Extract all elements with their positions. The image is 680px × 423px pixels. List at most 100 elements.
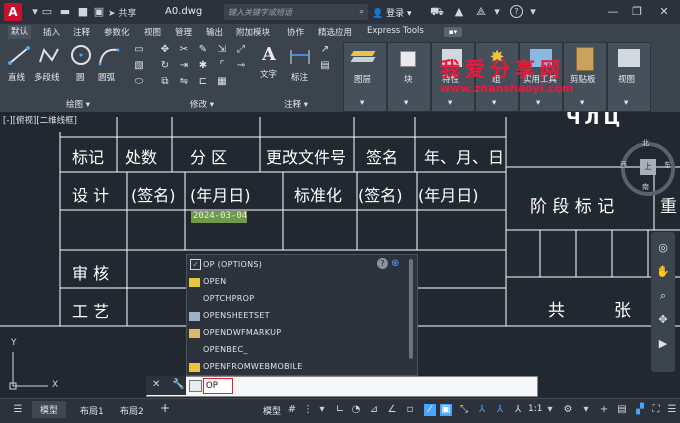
dropdown-icon[interactable]: ▾ xyxy=(526,5,540,19)
help-icon[interactable]: ? xyxy=(510,5,523,18)
menu-icon[interactable]: ☰ xyxy=(12,404,24,416)
table-icon[interactable]: ▤ xyxy=(318,60,332,72)
tab-collaborate[interactable]: 协作 xyxy=(287,26,304,38)
units-icon[interactable]: ▤ xyxy=(616,404,628,416)
array-icon[interactable]: ▦ xyxy=(215,76,229,88)
compass-west[interactable]: 西 xyxy=(620,160,627,170)
date-value[interactable]: 2024-03-04 xyxy=(193,211,247,221)
tab-addins[interactable]: 附加模块 xyxy=(236,26,270,38)
autocomplete-item[interactable]: OPENSHEETSET xyxy=(203,311,270,320)
hardware-accel-icon[interactable]: ▞ xyxy=(634,404,646,416)
line-tool[interactable]: 直线 xyxy=(6,44,32,83)
annotation-panel-title[interactable]: 注释 ▾ xyxy=(284,98,308,110)
autocomplete-header[interactable]: OP (OPTIONS) xyxy=(203,260,262,269)
restore-button[interactable]: ❐ xyxy=(628,4,646,20)
close-button[interactable]: ✕ xyxy=(655,4,673,20)
saveas-icon[interactable]: ▣ xyxy=(92,5,106,19)
copy-icon[interactable]: ⧉ xyxy=(158,76,172,88)
tab-default[interactable]: 默认 xyxy=(8,25,32,39)
modify-panel-title[interactable]: 修改 ▾ xyxy=(190,98,214,110)
annotation-visibility-icon[interactable]: ⅄ xyxy=(494,404,506,416)
clean-screen-icon[interactable]: ⛶ xyxy=(650,404,662,416)
help-icon[interactable]: ? xyxy=(377,258,388,269)
save-icon[interactable]: ■ xyxy=(76,5,90,19)
tab-layout2[interactable]: 布局2 xyxy=(120,404,144,417)
autocomplete-item[interactable]: OPENBEC_ xyxy=(203,345,248,354)
tab-view[interactable]: 视图 xyxy=(144,26,161,38)
selection-cycling-icon[interactable]: ⤡ xyxy=(458,404,470,416)
polar-icon[interactable]: ◔ xyxy=(350,404,362,416)
command-input[interactable]: OP xyxy=(203,378,233,394)
rotate-icon[interactable]: ↻ xyxy=(158,60,172,72)
dimension-tool[interactable]: 标注 xyxy=(287,44,313,83)
auto-scale-icon[interactable]: ⅄ xyxy=(512,404,524,416)
checkbox-icon[interactable]: ✓ xyxy=(190,259,201,270)
autocomplete-scrollbar[interactable] xyxy=(409,259,413,359)
tab-manage[interactable]: 管理 xyxy=(175,26,192,38)
grid-icon[interactable]: # xyxy=(286,404,298,416)
fillet-icon[interactable]: ⌜ xyxy=(215,60,229,72)
stretch-icon[interactable]: ⇲ xyxy=(215,44,229,56)
model-space-button[interactable]: 模型 xyxy=(263,404,281,417)
extend-icon[interactable]: ⇥ xyxy=(177,60,191,72)
steering-wheel-icon[interactable]: ◎ xyxy=(655,240,671,256)
autocomplete-item[interactable]: OPTCHPROP xyxy=(203,294,254,303)
connect-icon[interactable]: ⟁ xyxy=(474,5,488,19)
lineweight-icon[interactable]: ⁄ xyxy=(424,404,436,416)
layers-panel[interactable]: 图层 ▾ xyxy=(343,42,387,112)
autocomplete-item[interactable]: OPEN xyxy=(203,277,226,286)
autocomplete-item[interactable]: OPENDWFMARKUP xyxy=(203,328,281,337)
rectangle-icon[interactable]: ▭ xyxy=(132,44,146,56)
tab-parametric[interactable]: 参数化 xyxy=(104,26,130,38)
orbit-icon[interactable]: ✥ xyxy=(655,312,671,328)
open-folder-icon[interactable]: ▬ xyxy=(58,5,72,19)
tab-express-tools[interactable]: Express Tools xyxy=(367,26,424,36)
offset-icon[interactable]: ⊏ xyxy=(196,76,210,88)
autodesk-a360-icon[interactable]: ▲ xyxy=(452,5,466,19)
login-button[interactable]: 👤 登录 ▾ xyxy=(372,6,411,19)
autocad-logo[interactable]: A xyxy=(4,3,22,21)
ellipse-icon[interactable]: ⬭ xyxy=(132,76,146,88)
tab-output[interactable]: 输出 xyxy=(206,26,223,38)
dropdown-icon[interactable]: ▾ xyxy=(544,404,556,416)
join-icon[interactable]: ⊸ xyxy=(234,60,248,72)
add-scale-icon[interactable]: + xyxy=(598,404,610,416)
search-input[interactable]: 键入关键字或短语 ⌕ xyxy=(224,4,368,20)
internet-search-icon[interactable]: ⊕ xyxy=(391,258,402,269)
workspace-icon[interactable]: ⚙ xyxy=(562,404,574,416)
circle-tool[interactable]: 圆 xyxy=(68,44,94,83)
viewcube-top[interactable]: 上 xyxy=(640,159,656,175)
minimize-button[interactable]: — xyxy=(604,4,622,20)
trim-icon[interactable]: ✂ xyxy=(177,44,191,56)
tab-featured-apps[interactable]: 精选应用 xyxy=(318,26,352,38)
annotation-scale-value[interactable]: 1:1 xyxy=(528,404,542,414)
draw-panel-title[interactable]: 绘图 ▾ xyxy=(66,98,90,110)
customize-icon[interactable]: 🔧 xyxy=(172,379,184,390)
command-history-icon[interactable] xyxy=(189,380,202,392)
zoom-icon[interactable]: ⌕ xyxy=(655,288,671,304)
tab-annotate[interactable]: 注释 xyxy=(73,26,90,38)
cart-icon[interactable]: ⛟ xyxy=(430,5,444,19)
add-layout-button[interactable]: + xyxy=(160,401,170,415)
transparency-icon[interactable]: ▣ xyxy=(440,404,452,416)
move-icon[interactable]: ✥ xyxy=(158,44,172,56)
block-panel[interactable]: 块 ▾ xyxy=(387,42,431,112)
osnap-icon[interactable]: ▫ xyxy=(404,404,416,416)
mirror-icon[interactable]: ⇋ xyxy=(177,76,191,88)
isodraft-icon[interactable]: ⊿ xyxy=(368,404,380,416)
otrack-icon[interactable]: ∠ xyxy=(386,404,398,416)
dropdown-icon[interactable]: ▾ xyxy=(316,404,328,416)
leader-icon[interactable]: ↗ xyxy=(318,44,332,56)
dropdown-icon[interactable]: ▾ xyxy=(490,5,504,19)
scale-icon[interactable]: ⤢ xyxy=(234,44,248,56)
search-icon[interactable]: ⌕ xyxy=(360,7,364,17)
ortho-icon[interactable]: ∟ xyxy=(334,404,346,416)
dropdown-icon[interactable]: ▾ xyxy=(580,404,592,416)
showmotion-icon[interactable]: ▶ xyxy=(655,336,671,352)
new-file-icon[interactable]: ▭ xyxy=(40,5,54,19)
erase-icon[interactable]: ✎ xyxy=(196,44,210,56)
compass-east[interactable]: 东 xyxy=(664,160,671,170)
polyline-tool[interactable]: 多段线 xyxy=(34,44,62,83)
autocomplete-item[interactable]: OPENFROMWEBMOBILE xyxy=(203,362,303,371)
customize-icon[interactable]: ☰ xyxy=(666,404,678,416)
